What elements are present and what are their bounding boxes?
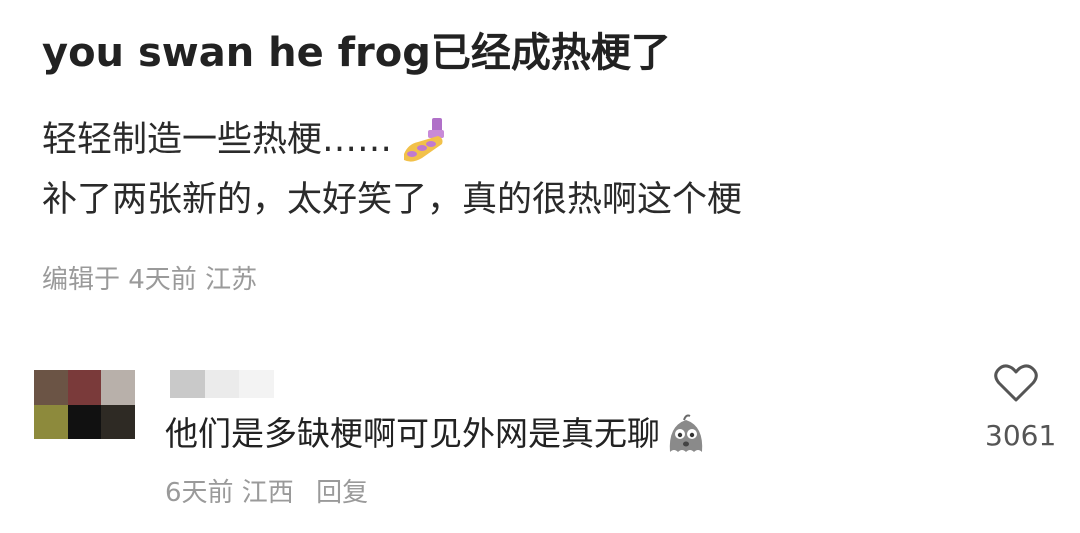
- username-redacted[interactable]: [170, 370, 275, 398]
- avatar-pixel: [34, 370, 68, 405]
- like-button[interactable]: 3061: [985, 360, 1057, 460]
- reply-button[interactable]: 回复: [316, 478, 368, 508]
- nail-polish-emoji-icon: [404, 118, 445, 162]
- ghost-emoji-icon: [669, 414, 703, 452]
- username-pixel: [204, 370, 240, 398]
- post-line-2: 补了两张新的，太好笑了，真的很热啊这个梗: [42, 180, 743, 220]
- avatar-pixel: [67, 404, 102, 439]
- post-body: 轻轻制造一些热梗…… 补了两张新的，太好笑了，真的很热啊这个梗: [42, 110, 742, 230]
- avatar[interactable]: [34, 370, 135, 439]
- avatar-pixel: [34, 404, 68, 439]
- post-meta: 编辑于 4天前 江苏: [42, 265, 258, 295]
- like-count: 3061: [985, 419, 1057, 452]
- avatar-pixel: [101, 370, 135, 405]
- comment-meta: 6天前 江西 回复: [165, 475, 368, 511]
- comment-time-location: 6天前 江西: [165, 478, 294, 508]
- comment-text-content: 他们是多缺梗啊可见外网是真无聊: [165, 414, 660, 453]
- post-line-1-text: 轻轻制造一些热梗……: [42, 120, 393, 160]
- username-pixel: [170, 370, 205, 398]
- heart-icon[interactable]: [993, 362, 1039, 404]
- post-line-1: 轻轻制造一些热梗……: [42, 110, 742, 170]
- username-pixel: [239, 370, 275, 398]
- post-title: you swan he frog已经成热梗了: [42, 30, 671, 76]
- avatar-pixel: [101, 404, 135, 439]
- avatar-pixel: [67, 370, 102, 405]
- comment-text: 他们是多缺梗啊可见外网是真无聊: [165, 409, 708, 459]
